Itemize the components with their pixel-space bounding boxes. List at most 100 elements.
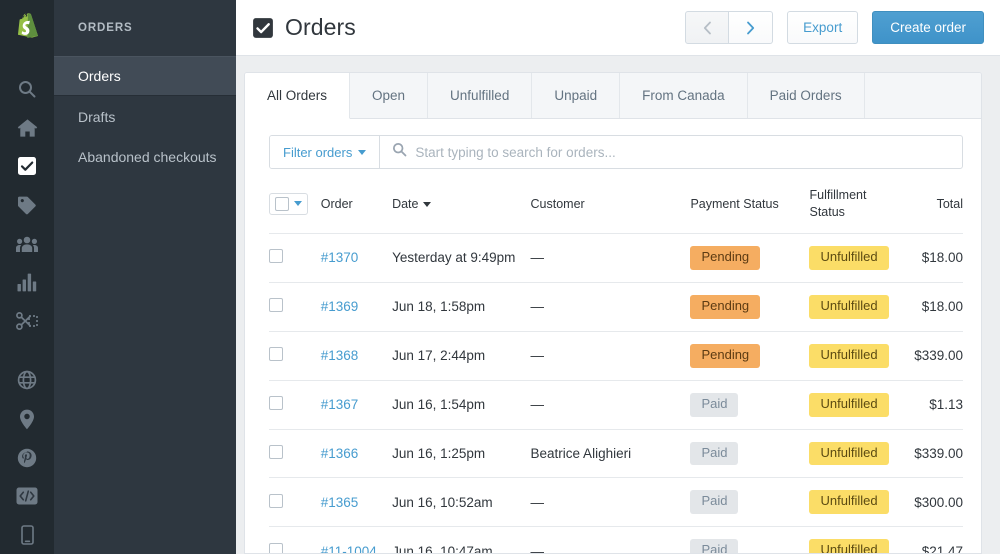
column-payment-status[interactable]: Payment Status: [690, 183, 809, 233]
row-order-cell: #1370: [321, 233, 392, 282]
column-order[interactable]: Order: [321, 183, 392, 233]
row-select-cell: [269, 331, 321, 380]
order-link[interactable]: #1365: [321, 495, 359, 510]
row-date-cell: Jun 16, 10:47am: [392, 527, 530, 553]
order-tabs: All Orders Open Unfulfilled Unpaid From …: [245, 73, 981, 119]
bar-chart-icon[interactable]: [0, 263, 54, 302]
row-payment-cell: Paid: [690, 380, 809, 429]
row-checkbox[interactable]: [269, 494, 283, 508]
column-fulfillment-status[interactable]: Fulfillment Status: [809, 183, 895, 233]
row-checkbox[interactable]: [269, 445, 283, 459]
select-all-checkbox[interactable]: [275, 197, 289, 211]
table-row[interactable]: #1365 Jun 16, 10:52am — Paid Unfulfilled…: [269, 478, 963, 527]
tab-open[interactable]: Open: [350, 73, 428, 118]
row-payment-cell: Paid: [690, 527, 809, 553]
filter-bar: Filter orders: [245, 119, 981, 183]
row-checkbox[interactable]: [269, 396, 283, 410]
row-fulfillment-cell: Unfulfilled: [809, 380, 895, 429]
sidebar-item-orders[interactable]: Orders: [54, 56, 236, 96]
code-icon[interactable]: [0, 477, 54, 516]
search-icon: [392, 142, 407, 162]
customers-icon[interactable]: [0, 224, 54, 263]
table-row[interactable]: #1370 Yesterday at 9:49pm — Pending Unfu…: [269, 233, 963, 282]
row-fulfillment-cell: Unfulfilled: [809, 282, 895, 331]
mobile-icon[interactable]: [0, 515, 54, 554]
table-row[interactable]: #1367 Jun 16, 1:54pm — Paid Unfulfilled …: [269, 380, 963, 429]
status-badge: Unfulfilled: [809, 344, 888, 368]
tab-label: Unfulfilled: [450, 88, 509, 103]
row-checkbox[interactable]: [269, 298, 283, 312]
row-checkbox[interactable]: [269, 347, 283, 361]
shopify-logo[interactable]: [0, 0, 54, 54]
order-link[interactable]: #1370: [321, 250, 359, 265]
filter-orders-dropdown[interactable]: Filter orders: [270, 136, 380, 168]
sidebar-section-title: ORDERS: [54, 0, 236, 56]
order-link[interactable]: #1366: [321, 446, 359, 461]
tab-all-orders[interactable]: All Orders: [245, 73, 350, 119]
table-row[interactable]: #11-1004 Jun 16, 10:47am — Paid Unfulfil…: [269, 527, 963, 553]
globe-icon[interactable]: [0, 361, 54, 400]
row-fulfillment-cell: Unfulfilled: [809, 429, 895, 478]
row-total-cell: $1.13: [895, 380, 963, 429]
row-total-cell: $300.00: [895, 478, 963, 527]
row-customer-cell: Beatrice Alighieri: [531, 429, 691, 478]
orders-checkbox-icon: [252, 17, 274, 39]
next-page-button[interactable]: [729, 11, 773, 44]
tag-icon[interactable]: [0, 186, 54, 225]
order-link[interactable]: #1367: [321, 397, 359, 412]
search-input[interactable]: [415, 145, 950, 160]
column-customer[interactable]: Customer: [531, 183, 691, 233]
previous-page-button[interactable]: [685, 11, 729, 44]
status-badge: Unfulfilled: [809, 393, 888, 417]
column-total[interactable]: Total: [895, 183, 963, 233]
pagination: [685, 11, 773, 44]
table-row[interactable]: #1369 Jun 18, 1:58pm — Pending Unfulfill…: [269, 282, 963, 331]
orders-card: All Orders Open Unfulfilled Unpaid From …: [244, 72, 982, 554]
row-customer-cell: —: [531, 478, 691, 527]
tab-unfulfilled[interactable]: Unfulfilled: [428, 73, 532, 118]
location-pin-icon[interactable]: [0, 400, 54, 439]
app-root: ORDERS Orders Drafts Abandoned checkouts…: [0, 0, 1000, 554]
create-order-button[interactable]: Create order: [872, 11, 984, 44]
tab-unpaid[interactable]: Unpaid: [532, 73, 620, 118]
row-customer-cell: —: [531, 331, 691, 380]
table-row[interactable]: #1368 Jun 17, 2:44pm — Pending Unfulfill…: [269, 331, 963, 380]
row-fulfillment-cell: Unfulfilled: [809, 527, 895, 553]
export-button[interactable]: Export: [787, 11, 858, 44]
sidebar-item-label: Orders: [78, 68, 121, 84]
row-order-cell: #1365: [321, 478, 392, 527]
status-badge: Pending: [690, 295, 760, 319]
row-payment-cell: Paid: [690, 429, 809, 478]
tab-paid-orders[interactable]: Paid Orders: [748, 73, 865, 118]
row-total-cell: $21.47: [895, 527, 963, 553]
tab-label: From Canada: [642, 88, 725, 103]
tab-label: Paid Orders: [770, 88, 842, 103]
status-badge: Unfulfilled: [809, 490, 888, 514]
home-icon[interactable]: [0, 109, 54, 148]
select-all-control[interactable]: [269, 193, 308, 215]
tab-from-canada[interactable]: From Canada: [620, 73, 748, 118]
table-row[interactable]: #1366 Jun 16, 1:25pm Beatrice Alighieri …: [269, 429, 963, 478]
orders-table-wrap: Order Date Customer Payment Status Fulfi…: [245, 183, 981, 553]
sidebar-item-abandoned-checkouts[interactable]: Abandoned checkouts: [54, 136, 236, 176]
chevron-down-icon[interactable]: [294, 201, 302, 206]
order-link[interactable]: #1368: [321, 348, 359, 363]
row-date-cell: Jun 18, 1:58pm: [392, 282, 530, 331]
row-total-cell: $18.00: [895, 233, 963, 282]
order-link[interactable]: #11-1004: [321, 544, 377, 553]
scissors-icon[interactable]: [0, 301, 54, 340]
row-customer-cell: —: [531, 233, 691, 282]
sidebar-item-drafts[interactable]: Drafts: [54, 96, 236, 136]
row-select-cell: [269, 478, 321, 527]
column-fulfillment-line1: Fulfillment: [809, 187, 895, 204]
orders-checkbox-icon[interactable]: [0, 147, 54, 186]
row-checkbox[interactable]: [269, 543, 283, 553]
row-select-cell: [269, 380, 321, 429]
search-icon[interactable]: [0, 70, 54, 109]
order-link[interactable]: #1369: [321, 299, 359, 314]
column-date[interactable]: Date: [392, 183, 530, 233]
row-checkbox[interactable]: [269, 249, 283, 263]
tab-label: Open: [372, 88, 405, 103]
pinterest-icon[interactable]: [0, 438, 54, 477]
sidebar-item-label: Drafts: [78, 109, 115, 125]
